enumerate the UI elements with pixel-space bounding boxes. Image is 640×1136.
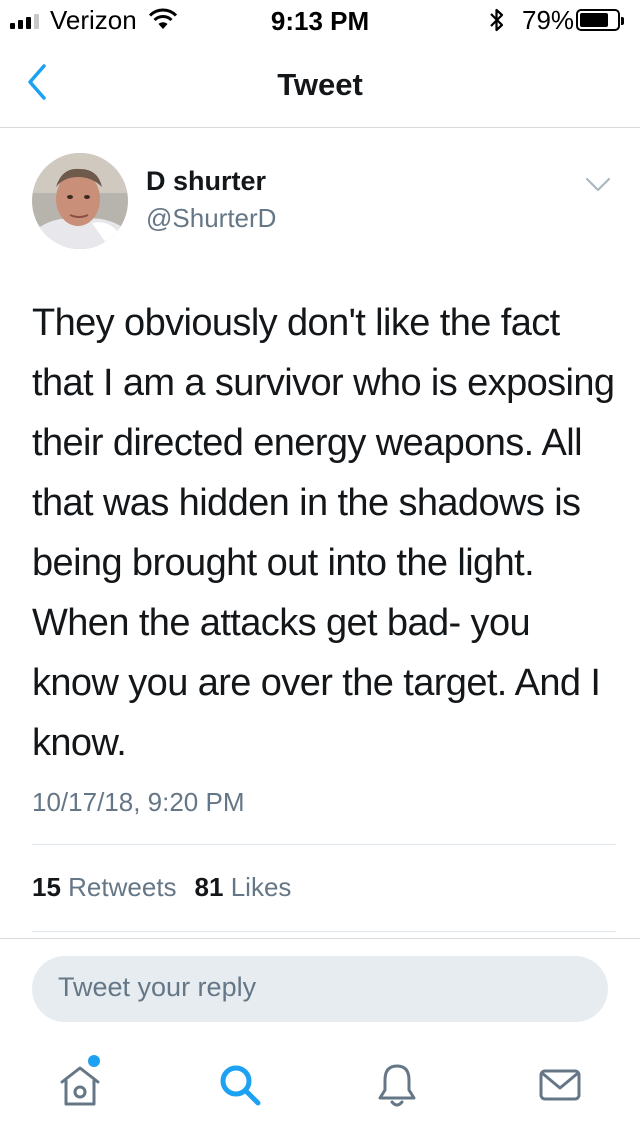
battery-percentage: 79% bbox=[522, 5, 575, 35]
reply-separator bbox=[0, 938, 640, 939]
search-icon[interactable] bbox=[215, 1060, 265, 1110]
display-name[interactable]: D shurter bbox=[146, 166, 266, 197]
reply-input[interactable]: Tweet your reply bbox=[32, 956, 608, 1022]
messages-icon[interactable] bbox=[535, 1060, 585, 1110]
divider bbox=[32, 931, 616, 932]
tweet-stats: 15 Retweets 81 Likes bbox=[32, 872, 291, 903]
navigation-bar: Tweet bbox=[0, 40, 640, 128]
retweet-count: 15 bbox=[32, 872, 61, 902]
likes-stat[interactable]: 81 Likes bbox=[195, 872, 292, 903]
battery-icon bbox=[576, 9, 624, 31]
retweets-label: Retweets bbox=[68, 872, 177, 902]
like-count: 81 bbox=[194, 872, 224, 902]
notifications-icon[interactable] bbox=[372, 1060, 422, 1110]
reply-placeholder: Tweet your reply bbox=[58, 972, 257, 1002]
retweets-stat[interactable]: 15 Retweets bbox=[32, 872, 177, 903]
divider bbox=[32, 844, 616, 845]
avatar[interactable] bbox=[32, 153, 128, 249]
battery-level-fill bbox=[580, 13, 608, 27]
new-content-indicator bbox=[88, 1055, 100, 1067]
battery-nub bbox=[621, 17, 624, 25]
home-icon[interactable] bbox=[55, 1060, 105, 1110]
user-handle[interactable]: @ShurterD bbox=[146, 203, 276, 234]
tweet-text: They obviously don't like the fact that … bbox=[32, 302, 615, 764]
page-title: Tweet bbox=[277, 67, 363, 102]
bluetooth-icon bbox=[490, 8, 504, 32]
likes-label: Likes bbox=[230, 872, 292, 902]
status-bar: Verizon 9:13 PM 79% bbox=[0, 0, 640, 40]
tweet-timestamp: 10/17/18, 9:20 PM bbox=[32, 787, 245, 817]
chevron-down-icon[interactable] bbox=[585, 176, 611, 194]
